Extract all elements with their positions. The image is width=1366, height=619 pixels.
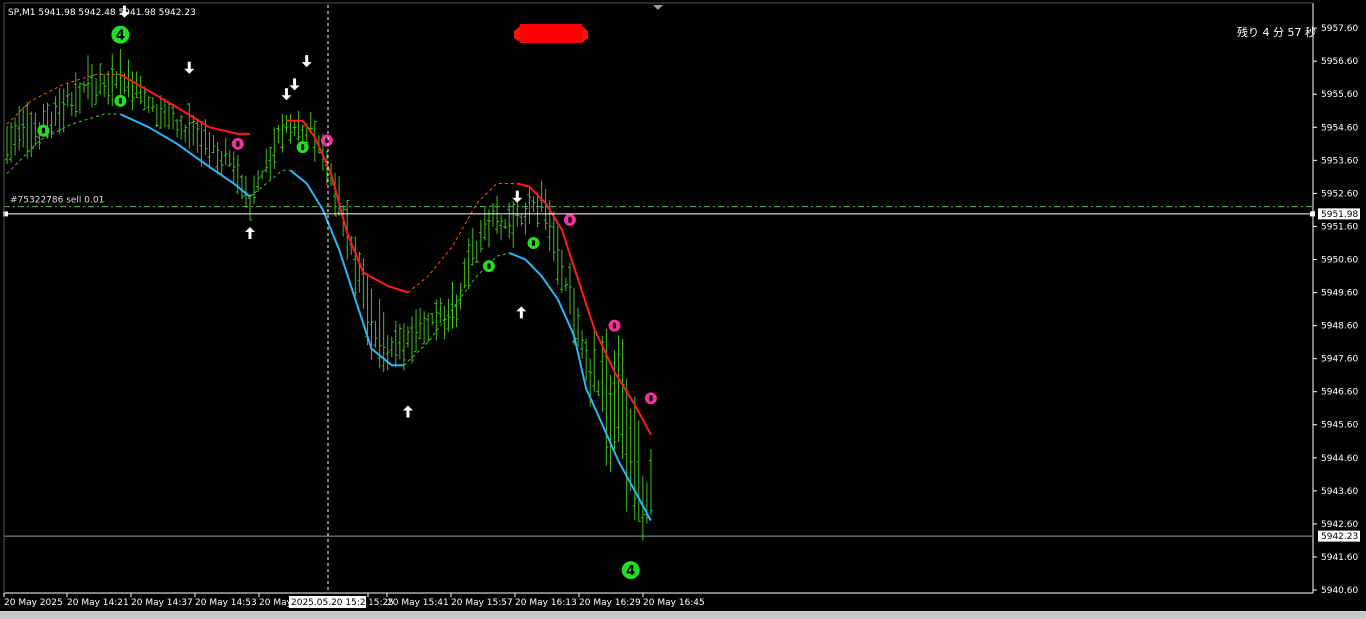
y-tick-label: 5952.60 — [1321, 189, 1358, 199]
y-tick-label: 5947.60 — [1321, 355, 1358, 365]
y-tick-label: 5953.60 — [1321, 156, 1358, 166]
x-tick-label: 20 May 14:21 — [67, 598, 129, 608]
order-label: #75322786 sell 0.01 — [10, 196, 104, 206]
sell-signal-circle — [563, 213, 576, 226]
current-price-tag: 5942.23 — [1318, 530, 1360, 542]
x-tick-label: 20 May 16:13 — [515, 598, 577, 608]
y-tick-label: 5944.60 — [1321, 454, 1358, 464]
y-tick-label: 5943.60 — [1321, 487, 1358, 497]
x-tick-label: 20 May 14:53 — [195, 598, 257, 608]
y-tick-label: 5946.60 — [1321, 388, 1358, 398]
red-banner-marker — [514, 24, 588, 43]
x-tick-label: 20 May — [259, 598, 293, 608]
order-price-tag: 5951.98 — [1318, 208, 1360, 220]
sell-signal-circle — [320, 134, 333, 147]
svg-text:4: 4 — [116, 29, 125, 44]
y-tick-label: 5956.60 — [1321, 57, 1358, 67]
count-badge: 4 — [621, 561, 640, 580]
x-tick-label: 20 May 15:41 — [387, 598, 449, 608]
svg-text:5942.23: 5942.23 — [1321, 532, 1358, 542]
bar-countdown: 残り 4 分 57 秒 — [1237, 25, 1316, 39]
y-tick-label: 5942.60 — [1321, 520, 1358, 530]
sell-signal-circle — [608, 319, 621, 332]
y-tick-label: 5950.60 — [1321, 255, 1358, 265]
y-tick-label: 5941.60 — [1321, 553, 1358, 563]
price-chart[interactable]: 4 4 #75322786 sell 0.01 5957.60 5956.60 595… — [0, 0, 1366, 619]
sell-signal-circle — [644, 392, 657, 405]
svg-text:5951.98: 5951.98 — [1321, 210, 1358, 220]
y-tick-label: 5945.60 — [1321, 421, 1358, 431]
bottom-tabs-strip — [0, 611, 1366, 619]
y-tick-label: 5954.60 — [1321, 123, 1358, 133]
y-tick-label: 5948.60 — [1321, 322, 1358, 332]
sell-signal-circle — [231, 137, 244, 150]
x-tick-label: 20 May 15:57 — [451, 598, 513, 608]
count-badge: 4 — [111, 25, 130, 44]
buy-signal-circle — [527, 236, 540, 249]
buy-signal-circle — [37, 124, 50, 137]
x-tick-label: 20 May 16:29 — [579, 598, 641, 608]
y-tick-label: 5951.60 — [1321, 222, 1358, 232]
y-tick-label: 5955.60 — [1321, 90, 1358, 100]
x-tick-label: 20 May 14:37 — [131, 598, 193, 608]
buy-signal-circle — [114, 94, 127, 107]
y-tick-label: 5957.60 — [1321, 24, 1358, 34]
svg-text:4: 4 — [626, 564, 635, 579]
buy-signal-circle — [296, 141, 309, 154]
buy-signal-circle — [482, 260, 495, 273]
x-tick-label: 20 May 16:45 — [643, 598, 705, 608]
chart-background — [0, 0, 1366, 619]
symbol-info: SP,M1 5941.98 5942.48 5941.98 5942.23 — [8, 8, 196, 18]
crosshair-time-label: 2025.05.20 15:26 — [291, 598, 372, 608]
y-tick-label: 5940.60 — [1321, 586, 1358, 596]
x-tick-label: 20 May 2025 — [4, 598, 63, 608]
y-tick-label: 5949.60 — [1321, 289, 1358, 299]
